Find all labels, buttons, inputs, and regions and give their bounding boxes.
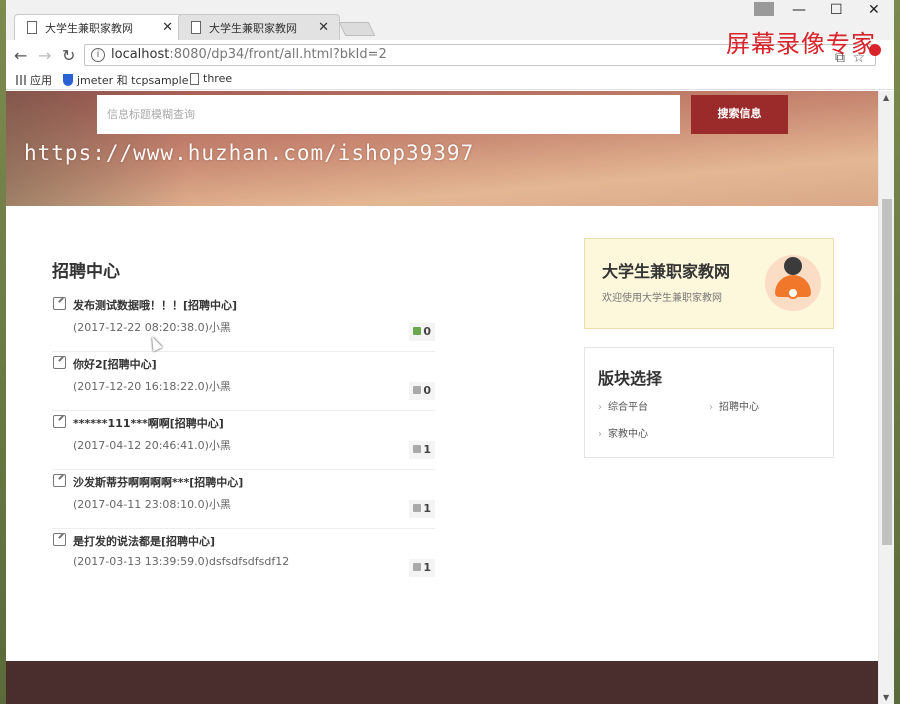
apps-icon xyxy=(16,75,26,85)
hero-banner: 信息标题模糊查询 搜索信息 https://www.huzhan.com/ish… xyxy=(6,91,878,206)
post-meta: (2017-12-20 16:18:22.0)小黑 xyxy=(73,380,231,393)
like-count: 1 xyxy=(423,502,431,515)
board-select-title: 版块选择 xyxy=(598,369,663,388)
chevron-right-icon: › xyxy=(598,402,602,413)
chevron-right-icon: › xyxy=(709,402,713,413)
close-tab-icon[interactable]: ✕ xyxy=(162,20,173,35)
like-count: 0 xyxy=(423,325,431,338)
post-title[interactable]: 发布测试数据哦！！！[招聘中心] xyxy=(73,297,237,313)
like-button[interactable]: 1 xyxy=(409,500,435,518)
post-title[interactable]: 是打发的说法都是[招聘中心] xyxy=(73,533,215,549)
post-item[interactable]: ******111***啊啊[招聘中心] (2017-04-12 20:46:4… xyxy=(52,413,435,470)
bookmark-jmeter[interactable]: jmeter 和 tcpsample xyxy=(63,72,188,88)
like-count: 1 xyxy=(423,443,431,456)
post-meta: (2017-03-13 13:39:59.0)dsfsdfsdfsdf12 xyxy=(73,555,290,568)
board-label: 家教中心 xyxy=(608,429,648,440)
info-icon[interactable]: i xyxy=(91,48,105,62)
page-viewport: 信息标题模糊查询 搜索信息 https://www.huzhan.com/ish… xyxy=(6,91,878,704)
bookmark-apps[interactable]: 应用 xyxy=(16,72,52,88)
welcome-text: 欢迎使用大学生兼职家教网 xyxy=(602,293,722,304)
edit-icon xyxy=(53,297,66,310)
edit-icon xyxy=(53,533,66,546)
tab-title: 大学生兼职家教网 xyxy=(45,22,133,35)
user-avatar-icon xyxy=(765,255,821,311)
post-title[interactable]: 沙发斯蒂芬啊啊啊啊***[招聘中心] xyxy=(73,474,243,490)
chevron-right-icon: › xyxy=(598,429,602,440)
site-info-card: 大学生兼职家教网 欢迎使用大学生兼职家教网 xyxy=(584,238,834,329)
document-icon xyxy=(191,21,201,34)
close-tab-icon[interactable]: ✕ xyxy=(318,20,329,35)
bookmark-three[interactable]: three xyxy=(190,72,232,85)
board-link[interactable]: › 招聘中心 xyxy=(709,398,759,413)
shield-icon xyxy=(63,74,73,86)
post-meta: (2017-04-11 23:08:10.0)小黑 xyxy=(73,498,231,511)
url-path: :8080/dp34/front/all.html?bkId=2 xyxy=(169,47,387,62)
page-footer xyxy=(6,661,878,704)
search-input[interactable]: 信息标题模糊查询 xyxy=(97,95,680,134)
thumbs-up-icon xyxy=(413,327,421,335)
search-button[interactable]: 搜索信息 xyxy=(691,95,788,134)
site-title: 大学生兼职家教网 xyxy=(602,262,731,281)
thumbs-up-icon xyxy=(413,504,421,512)
file-icon xyxy=(190,72,199,85)
thumbs-up-icon xyxy=(413,563,421,571)
post-item[interactable]: 你好2[招聘中心] (2017-12-20 16:18:22.0)小黑 0 xyxy=(52,354,435,411)
close-window-icon[interactable]: ✕ xyxy=(868,2,880,18)
thumbs-up-icon xyxy=(413,386,421,394)
post-title[interactable]: 你好2[招聘中心] xyxy=(73,356,157,372)
edit-icon xyxy=(53,356,66,369)
forward-icon[interactable]: → xyxy=(38,46,51,65)
scrollbar-thumb[interactable] xyxy=(882,199,892,545)
edit-icon xyxy=(53,474,66,487)
vertical-scrollbar[interactable]: ▲ ▼ xyxy=(878,91,894,704)
post-meta: (2017-12-22 08:20:38.0)小黑 xyxy=(73,321,231,334)
post-item[interactable]: 是打发的说法都是[招聘中心] (2017-03-13 13:39:59.0)ds… xyxy=(52,531,435,588)
bookmark-label: jmeter 和 tcpsample xyxy=(77,74,189,87)
profile-icon[interactable] xyxy=(754,2,774,16)
like-button[interactable]: 0 xyxy=(409,323,435,341)
post-item[interactable]: 发布测试数据哦！！！[招聘中心] (2017-12-22 08:20:38.0)… xyxy=(52,295,435,352)
board-link[interactable]: › 综合平台 xyxy=(598,398,648,413)
recorder-watermark: 屏幕录像专家 xyxy=(726,30,876,58)
edit-icon xyxy=(53,415,66,428)
section-title: 招聘中心 xyxy=(52,262,120,282)
like-count: 0 xyxy=(423,384,431,397)
board-select-card: 版块选择 › 综合平台 › 招聘中心 › 家教中心 xyxy=(584,347,834,458)
new-tab-button[interactable] xyxy=(338,22,376,36)
scroll-up-icon[interactable]: ▲ xyxy=(883,93,889,102)
minimize-icon[interactable]: — xyxy=(792,2,806,18)
bookmarks-bar: 应用 jmeter 和 tcpsample three xyxy=(6,70,894,90)
bookmark-label: 应用 xyxy=(30,74,52,87)
post-title[interactable]: ******111***啊啊[招聘中心] xyxy=(73,415,224,431)
url-watermark: https://www.huzhan.com/ishop39397 xyxy=(24,141,475,165)
browser-window: 大学生兼职家教网 ✕ 大学生兼职家教网 ✕ — ☐ ✕ ← → ↻ i loca… xyxy=(6,0,894,704)
like-button[interactable]: 0 xyxy=(409,382,435,400)
board-link[interactable]: › 家教中心 xyxy=(598,425,648,440)
thumbs-up-icon xyxy=(413,445,421,453)
tab-inactive[interactable]: 大学生兼职家教网 ✕ xyxy=(178,14,340,41)
like-button[interactable]: 1 xyxy=(409,559,435,577)
like-count: 1 xyxy=(423,561,431,574)
tab-active[interactable]: 大学生兼职家教网 ✕ xyxy=(14,14,184,41)
scroll-down-icon[interactable]: ▼ xyxy=(883,693,889,702)
bookmark-label: three xyxy=(203,72,233,85)
board-label: 招聘中心 xyxy=(719,402,759,413)
document-icon xyxy=(27,21,37,34)
post-meta: (2017-04-12 20:46:41.0)小黑 xyxy=(73,439,231,452)
extension-icon[interactable] xyxy=(869,44,881,56)
maximize-icon[interactable]: ☐ xyxy=(830,2,843,18)
tab-title: 大学生兼职家教网 xyxy=(209,22,297,35)
like-button[interactable]: 1 xyxy=(409,441,435,459)
reload-icon[interactable]: ↻ xyxy=(62,46,75,65)
board-label: 综合平台 xyxy=(608,402,648,413)
back-icon[interactable]: ← xyxy=(14,46,27,65)
post-item[interactable]: 沙发斯蒂芬啊啊啊啊***[招聘中心] (2017-04-11 23:08:10.… xyxy=(52,472,435,529)
url-host: localhost xyxy=(111,47,170,62)
